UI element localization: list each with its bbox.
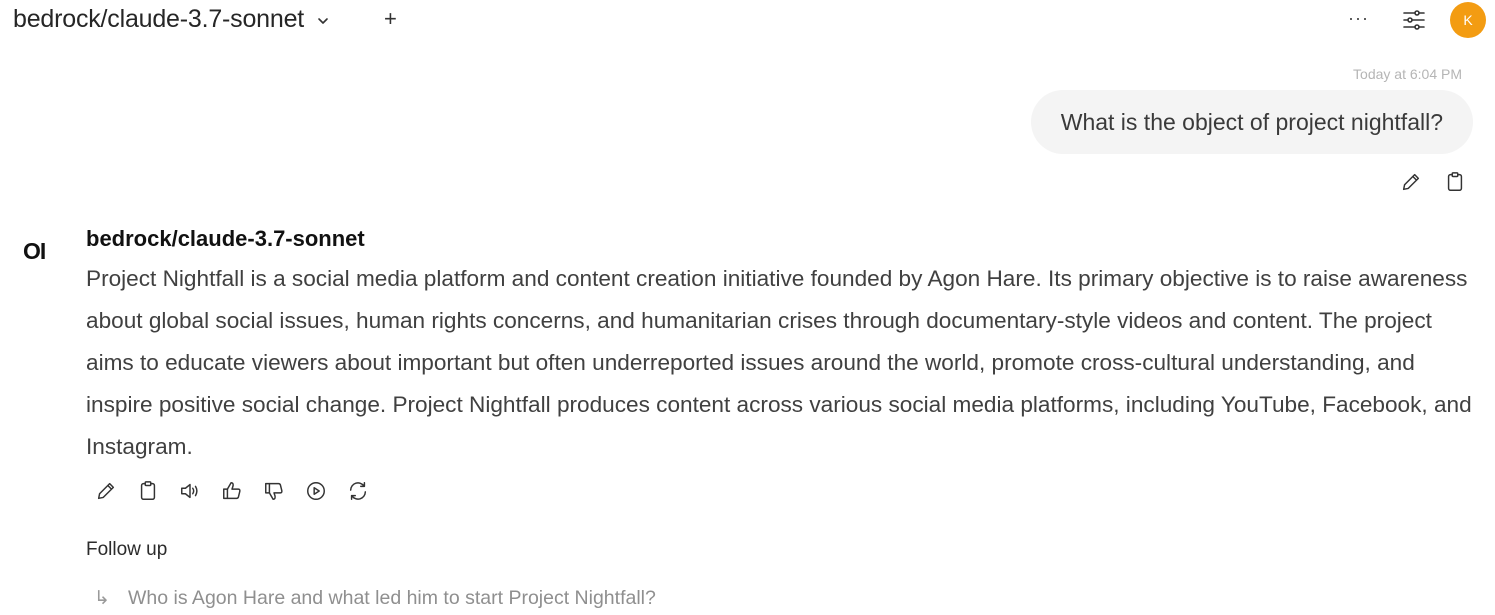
top-bar: bedrock/claude-3.7-sonnet + ··· K: [0, 0, 1495, 40]
regenerate-icon[interactable]: [346, 479, 370, 503]
edit-icon[interactable]: [94, 479, 118, 503]
message-timestamp: Today at 6:04 PM: [1353, 66, 1462, 82]
return-arrow-icon: ↳: [94, 588, 110, 609]
avatar[interactable]: K: [1450, 2, 1486, 38]
read-aloud-icon[interactable]: [178, 479, 202, 503]
avatar-initial: K: [1463, 12, 1473, 28]
play-icon[interactable]: [304, 479, 328, 503]
thumbs-up-icon[interactable]: [220, 479, 244, 503]
user-message-bubble: What is the object of project nightfall?: [1030, 90, 1473, 154]
model-name: bedrock/claude-3.7-sonnet: [13, 5, 305, 33]
edit-icon[interactable]: [1399, 170, 1423, 194]
follow-up-title: Follow up: [86, 539, 168, 560]
thumbs-down-icon[interactable]: [262, 479, 286, 503]
plus-icon[interactable]: +: [384, 6, 397, 32]
copy-icon[interactable]: [136, 479, 160, 503]
assistant-message-text: Project Nightfall is a social media plat…: [86, 266, 1472, 459]
sliders-icon[interactable]: [1402, 8, 1426, 32]
assistant-model-name: bedrock/claude-3.7-sonnet: [86, 226, 365, 251]
assistant-logo: OI: [23, 238, 46, 264]
follow-up-item[interactable]: ↳ Who is Agon Hare and what led him to s…: [94, 587, 656, 610]
more-icon[interactable]: ···: [1348, 8, 1369, 29]
chevron-down-icon[interactable]: [316, 14, 330, 28]
user-message-actions: [1399, 170, 1467, 194]
assistant-message-actions: [94, 479, 370, 503]
user-message-text: What is the object of project nightfall?: [1060, 108, 1443, 135]
follow-up-text: Who is Agon Hare and what led him to sta…: [128, 587, 656, 609]
copy-icon[interactable]: [1443, 170, 1467, 194]
model-selector[interactable]: bedrock/claude-3.7-sonnet: [13, 5, 330, 34]
